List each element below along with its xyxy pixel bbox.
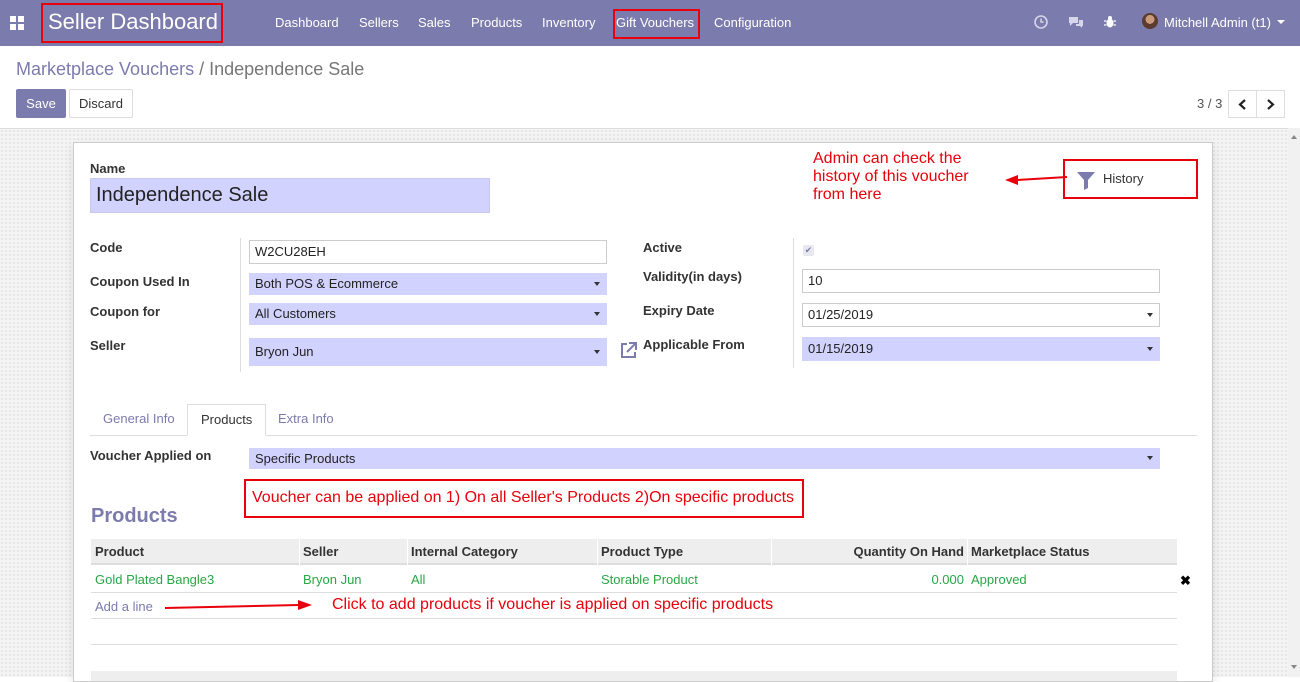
menu-dashboard[interactable]: Dashboard [275,15,339,30]
cell-product-type: Storable Product [601,572,698,587]
chevron-left-icon [1238,99,1246,110]
history-annotation-line-2: history of this voucher [813,168,969,185]
clock-icon[interactable] [1034,15,1048,29]
annotation-arrow-add-line [165,600,312,610]
pager-previous-button[interactable] [1228,90,1257,118]
table-row[interactable]: Gold Plated Bangle3 Bryon Jun All Storab… [91,566,1177,593]
column-header-seller[interactable]: Seller [303,544,338,559]
expiry-date-field[interactable]: 01/25/2019 [802,303,1160,327]
menu-inventory[interactable]: Inventory [542,15,595,30]
user-avatar[interactable] [1142,13,1158,29]
coupon-used-in-label: Coupon Used In [90,274,190,289]
chevron-down-icon[interactable] [1277,20,1285,24]
tab-extra-info[interactable]: Extra Info [265,404,347,436]
breadcrumb-parent[interactable]: Marketplace Vouchers [16,59,194,79]
cell-marketplace-status: Approved [971,572,1027,587]
voucher-annotation: Voucher can be applied on 1) On all Sell… [252,489,795,506]
active-checkbox[interactable]: ✔ [803,245,814,256]
history-annotation-line-1: Admin can check the [813,150,962,167]
discard-button[interactable]: Discard [69,89,133,118]
cell-internal-category: All [411,572,426,587]
cell-seller: Bryon Jun [303,572,362,587]
filter-icon [1077,172,1095,190]
annotation-box-brand [41,3,223,43]
empty-row [91,619,1177,645]
column-header-product[interactable]: Product [95,544,144,559]
user-menu[interactable]: Mitchell Admin (t1) [1164,15,1271,30]
menu-products[interactable]: Products [471,15,522,30]
name-field[interactable]: Independence Sale [90,178,490,213]
voucher-applied-label: Voucher Applied on [90,448,212,463]
tab-general-info[interactable]: General Info [90,404,188,436]
external-link-icon[interactable] [619,341,638,360]
cell-product[interactable]: Gold Plated Bangle3 [95,572,214,587]
field-separator [240,238,241,372]
coupon-for-select[interactable]: All Customers [249,303,607,325]
annotation-box-gift-vouchers [613,9,700,39]
apps-icon[interactable] [10,16,24,30]
breadcrumb: Marketplace Vouchers / Independence Sale [16,59,364,80]
history-button[interactable]: History [1069,163,1193,195]
coupon-used-in-select[interactable]: Both POS & Ecommerce [249,273,607,295]
bug-icon[interactable] [1104,15,1116,29]
products-section-title: Products [91,505,178,527]
expiry-date-label: Expiry Date [643,303,715,318]
seller-label: Seller [90,338,126,353]
menu-configuration[interactable]: Configuration [714,15,791,30]
code-label: Code [90,240,123,255]
add-line-annotation: Click to add products if voucher is appl… [332,596,774,613]
validity-field[interactable]: 10 [802,269,1160,293]
column-header-marketplace-status[interactable]: Marketplace Status [971,544,1090,559]
pager-next-button[interactable] [1256,90,1285,118]
column-header-internal-category[interactable]: Internal Category [411,544,518,559]
breadcrumb-current: Independence Sale [209,59,365,79]
chevron-right-icon [1267,99,1275,110]
column-header-product-type[interactable]: Product Type [601,544,683,559]
column-header-quantity-on-hand[interactable]: Quantity On Hand [854,544,965,559]
active-label: Active [643,240,683,255]
save-button[interactable]: Save [16,89,66,118]
name-label: Name [90,161,126,176]
code-field[interactable]: W2CU28EH [249,240,607,264]
products-table-footer [91,671,1177,681]
applicable-from-field[interactable]: 01/15/2019 [802,337,1160,361]
tab-products[interactable]: Products [187,404,267,436]
delete-row-icon[interactable]: ✖ [1180,573,1191,589]
voucher-applied-select[interactable]: Specific Products [249,448,1160,469]
pager-value: 3 / 3 [1197,96,1223,111]
annotation-arrow-history [1005,175,1067,185]
history-annotation-line-3: from here [813,186,882,203]
coupon-for-label: Coupon for [90,304,161,319]
seller-select[interactable]: Bryon Jun [249,338,607,366]
validity-label: Validity(in days) [643,269,742,284]
field-separator [793,238,794,368]
add-line-link[interactable]: Add a line [95,599,153,614]
breadcrumb-separator: / [199,59,205,79]
history-button-label: History [1103,171,1144,186]
applicable-from-label: Applicable From [643,337,745,352]
products-table-header: Product Seller Internal Category Product… [91,539,1177,565]
menu-sales[interactable]: Sales [418,15,451,30]
chat-icon[interactable] [1068,15,1084,29]
scrollbar[interactable] [1288,128,1300,677]
cell-quantity-on-hand: 0.000 [931,572,964,587]
menu-sellers[interactable]: Sellers [359,15,399,30]
